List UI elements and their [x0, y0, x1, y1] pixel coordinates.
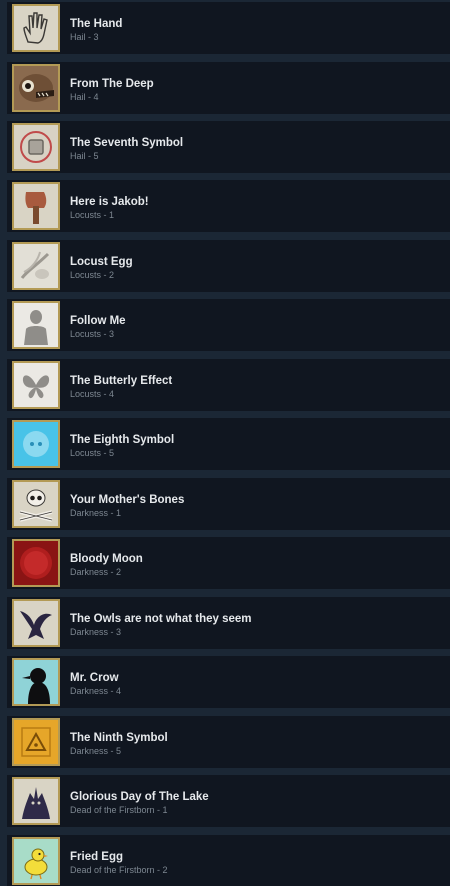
achievement-row[interactable]: The Owls are not what they seem Darkness… — [7, 597, 450, 649]
achievement-subtitle: Darkness - 3 — [70, 627, 122, 637]
achievement-subtitle: Darkness - 1 — [70, 508, 122, 518]
achievement-list: The Hand Hail - 3 From The Deep Hail - 4 — [0, 0, 450, 886]
bloody-moon-icon — [12, 539, 60, 587]
silhouette-icon — [12, 301, 60, 349]
seventh-symbol-icon — [12, 123, 60, 171]
achievement-title: Locust Egg — [70, 256, 133, 268]
axe-icon — [12, 182, 60, 230]
achievement-subtitle: Locusts - 2 — [70, 270, 115, 280]
achievement-subtitle: Hail - 4 — [70, 92, 99, 102]
achievement-title: From The Deep — [70, 78, 154, 90]
achievement-row[interactable]: The Butterly Effect Locusts - 4 — [7, 359, 450, 411]
achievement-row[interactable]: From The Deep Hail - 4 — [7, 62, 450, 114]
achievement-subtitle: Darkness - 4 — [70, 686, 122, 696]
achievement-title: Your Mother's Bones — [70, 494, 185, 506]
achievement-title: Fried Egg — [70, 851, 124, 863]
deep-creature-icon — [12, 64, 60, 112]
achievement-row[interactable]: The Seventh Symbol Hail - 5 — [7, 121, 450, 173]
achievement-subtitle: Dead of the Firstborn - 2 — [70, 865, 168, 875]
achievement-subtitle: Dead of the Firstborn - 1 — [70, 805, 168, 815]
achievement-row[interactable]: Bloody Moon Darkness - 2 — [7, 537, 450, 589]
skull-bones-icon — [12, 480, 60, 528]
eighth-symbol-icon — [12, 420, 60, 468]
achievement-title: The Ninth Symbol — [70, 732, 168, 744]
achievement-title: Bloody Moon — [70, 553, 143, 565]
achievement-row[interactable]: The Eighth Symbol Locusts - 5 — [7, 418, 450, 470]
achievement-subtitle: Darkness - 2 — [70, 567, 122, 577]
achievement-title: The Owls are not what they seem — [70, 613, 252, 625]
achievement-row[interactable]: Mr. Crow Darkness - 4 — [7, 656, 450, 708]
achievement-title: Mr. Crow — [70, 672, 119, 684]
achievement-row[interactable]: Fried Egg Dead of the Firstborn - 2 — [7, 835, 450, 886]
achievement-row[interactable]: Your Mother's Bones Darkness - 1 — [7, 478, 450, 530]
achievement-subtitle: Darkness - 5 — [70, 746, 122, 756]
achievement-row[interactable]: Glorious Day of The Lake Dead of the Fir… — [7, 775, 450, 827]
achievement-subtitle: Locusts - 1 — [70, 210, 115, 220]
achievement-subtitle: Locusts - 5 — [70, 448, 115, 458]
owl-icon — [12, 599, 60, 647]
achievement-title: Here is Jakob! — [70, 196, 149, 208]
lake-creature-icon — [12, 777, 60, 825]
achievement-title: Glorious Day of The Lake — [70, 791, 209, 803]
achievement-subtitle: Hail - 3 — [70, 32, 99, 42]
achievement-title: The Hand — [70, 18, 123, 30]
achievement-subtitle: Hail - 5 — [70, 151, 99, 161]
achievement-row[interactable]: Follow Me Locusts - 3 — [7, 299, 450, 351]
achievement-row[interactable]: The Ninth Symbol Darkness - 5 — [7, 716, 450, 768]
achievement-title: The Seventh Symbol — [70, 137, 184, 149]
achievement-subtitle: Locusts - 4 — [70, 389, 115, 399]
locust-egg-icon — [12, 242, 60, 290]
crow-icon — [12, 658, 60, 706]
achievement-row[interactable]: Locust Egg Locusts - 2 — [7, 240, 450, 292]
achievement-subtitle: Locusts - 3 — [70, 329, 115, 339]
achievement-row[interactable]: The Hand Hail - 3 — [7, 2, 450, 54]
achievement-title: The Butterly Effect — [70, 375, 173, 387]
achievement-title: The Eighth Symbol — [70, 434, 175, 446]
achievement-title: Follow Me — [70, 315, 126, 327]
chick-icon — [12, 837, 60, 885]
butterfly-icon — [12, 361, 60, 409]
ninth-symbol-icon — [12, 718, 60, 766]
achievement-row[interactable]: Here is Jakob! Locusts - 1 — [7, 180, 450, 232]
hand-icon — [12, 4, 60, 52]
